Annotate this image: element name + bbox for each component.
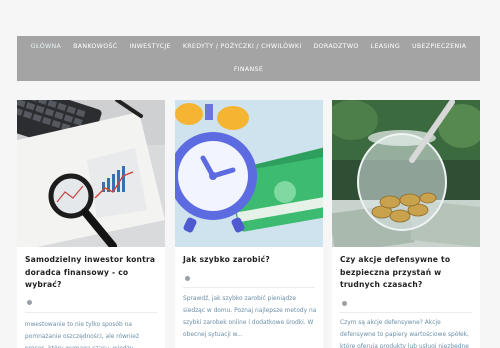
nav-item-finanse[interactable]: Finanse (228, 65, 269, 74)
alarm-clock-money-image (175, 100, 323, 247)
post-card: Jak szybko zarobić? Sprawdź, jak szybko … (175, 100, 323, 348)
divider (183, 287, 315, 288)
nav-row-1: Główna Bankowość Inwestycje Kredyty / Po… (17, 42, 480, 51)
coin-jar-image (332, 100, 480, 247)
post-title[interactable]: Czy akcje defensywne to bezpieczna przys… (340, 254, 474, 292)
main-navigation: Główna Bankowość Inwestycje Kredyty / Po… (17, 36, 480, 81)
magnifier-chart-image (17, 100, 165, 247)
nav-item-kredyty[interactable]: Kredyty / Pożyczki / Chwilówki (177, 42, 308, 51)
post-excerpt: Sprawdź, jak szybko zarobić pieniądze si… (183, 296, 317, 338)
post-card: Czy akcje defensywne to bezpieczna przys… (332, 100, 480, 348)
post-title[interactable]: Samodzielny inwestor kontra doradca fina… (25, 254, 159, 292)
author-avatar (185, 276, 190, 281)
nav-item-bankowosc[interactable]: Bankowość (67, 42, 123, 51)
divider (340, 312, 472, 313)
post-excerpt: Czym są akcje defensywne? Akcje defensyw… (340, 320, 469, 348)
post-thumbnail[interactable] (332, 100, 480, 247)
nav-item-inwestycje[interactable]: Inwestycje (123, 42, 176, 51)
post-excerpt: Inwestowanie to nie tylko sposób na pomn… (25, 322, 140, 348)
nav-item-leasing[interactable]: Leasing (365, 42, 406, 51)
post-title[interactable]: Jak szybko zarobić? (183, 254, 317, 267)
post-card: Samodzielny inwestor kontra doradca fina… (17, 100, 165, 348)
post-thumbnail[interactable] (175, 100, 323, 247)
nav-item-doradztwo[interactable]: Doradztwo (308, 42, 365, 51)
nav-item-glowna[interactable]: Główna (25, 42, 67, 51)
author-avatar (342, 301, 347, 306)
author-avatar (27, 300, 32, 305)
divider (25, 312, 157, 313)
nav-item-ubezpieczenia[interactable]: Ubezpieczenia (406, 42, 472, 51)
post-thumbnail[interactable] (17, 100, 165, 247)
nav-row-2: Finanse (17, 65, 480, 74)
